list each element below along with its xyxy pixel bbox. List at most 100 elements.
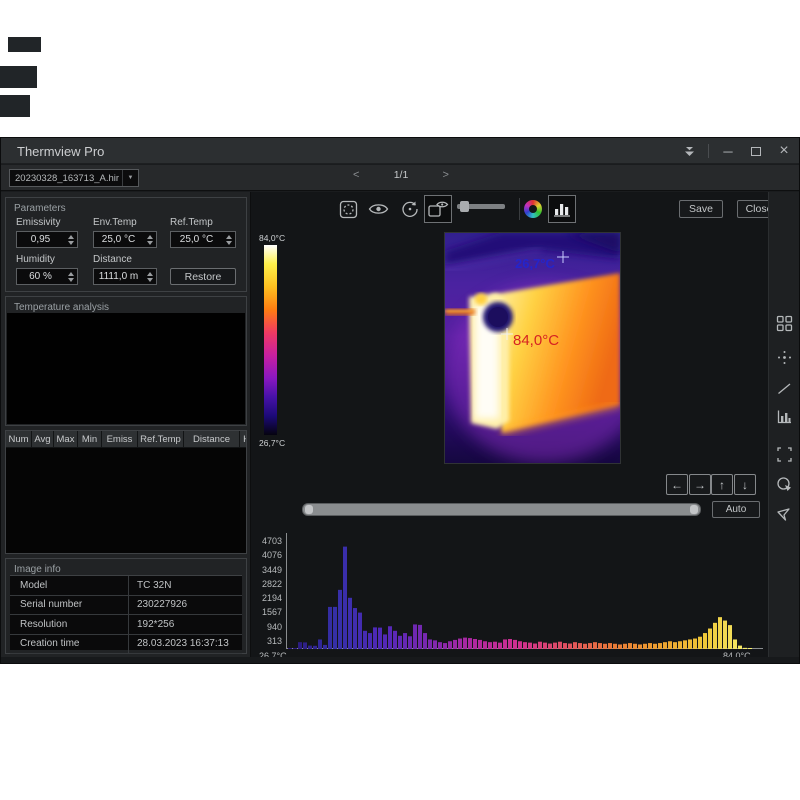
range-handle-min[interactable] [305,505,313,514]
spinner-arrows-icon[interactable] [222,232,235,247]
prev-image-button[interactable]: < [353,169,359,181]
maximize-button[interactable] [747,142,765,160]
histogram-plot [288,533,763,649]
slider-handle[interactable] [460,201,469,212]
image-pager: < 1/1 > [353,169,449,181]
save-button[interactable]: Save [679,200,723,218]
histogram-y-tick: 313 [267,636,282,646]
field-label: Env.Temp [93,217,157,228]
table-header-cell[interactable]: H [240,431,247,448]
left-panel: Parameters Emissivity 0,95 Env.Temp 25,0… [1,192,251,657]
table-header-cell[interactable]: Ref.Temp [138,431,184,448]
histogram-bar [748,648,752,649]
fullscreen-region-icon[interactable] [776,446,793,463]
close-window-button[interactable]: × [775,142,793,160]
humidity-input[interactable]: 60 % [16,268,78,285]
histogram-bar [718,617,722,649]
select-area-button[interactable] [334,195,362,223]
polygon-select-icon[interactable] [776,506,793,523]
palette-button[interactable] [524,200,542,218]
histogram-toggle-button[interactable] [548,195,576,223]
visibility-button[interactable] [364,195,392,223]
spinner-arrows-icon[interactable] [64,232,77,247]
histogram-y-tick: 3449 [262,565,282,575]
histogram-bar [438,642,442,649]
histogram-bar [508,639,512,649]
table-header-cell[interactable]: Min [78,431,102,448]
rotate-button[interactable] [396,195,424,223]
histogram-bar [578,643,582,649]
app-window: Thermview Pro ─ × 20230328_163713_A.hir … [0,137,800,664]
histogram-bar [323,645,327,649]
histogram-bar [533,644,537,649]
spinner-arrows-icon[interactable] [64,269,77,284]
histogram-bar [593,642,597,649]
histogram-bar [373,627,377,649]
window-menu-icon[interactable] [680,142,698,160]
file-dropdown[interactable]: 20230328_163713_A.hir ▼ [9,169,139,187]
distance-input[interactable]: 1111,0 m [93,268,157,285]
pan-right-button[interactable]: → [689,474,711,495]
circle-select-icon[interactable] [776,476,793,493]
histogram-bar [603,644,607,649]
toolbar-divider [519,198,520,220]
histogram-bar [288,648,292,649]
profile-chart-icon[interactable] [776,408,793,425]
thermal-image[interactable]: 26,7°C 84,0°C [444,232,621,464]
env-temp-input[interactable]: 25,0 °C [93,231,157,248]
histogram-bar [368,633,372,649]
histogram-bar [523,642,527,649]
info-row: Creation time28.03.2023 16:37:13 [10,635,242,655]
histogram-bar [408,636,412,649]
ref-temp-input[interactable]: 25,0 °C [170,231,236,248]
auto-scale-button[interactable]: Auto [712,501,760,518]
histogram-bar [633,644,637,649]
info-row: ModelTC 32N [10,576,242,596]
table-header-cell[interactable]: Num [6,431,32,448]
table-header-cell[interactable]: Avg [32,431,54,448]
next-image-button[interactable]: > [443,169,449,181]
table-header-cell[interactable]: Distance [184,431,240,448]
table-header-cell[interactable]: Emiss [102,431,138,448]
histogram-bar [598,643,602,649]
minimize-button[interactable]: ─ [719,142,737,160]
temperature-range-slider[interactable] [302,503,701,516]
histogram-bar [348,598,352,649]
background-window-fragment [0,66,37,88]
histogram-bar [538,642,542,649]
table-header-cell[interactable]: Max [54,431,78,448]
spinner-arrows-icon[interactable] [143,269,156,284]
histogram-bar [543,643,547,649]
grid-tool-icon[interactable] [776,315,793,332]
image-info-title: Image info [6,561,61,575]
pan-left-button[interactable]: ← [666,474,688,495]
opacity-slider[interactable] [457,204,505,209]
line-tool-icon[interactable] [776,380,793,397]
restore-button[interactable]: Restore [170,268,236,285]
spinner-arrows-icon[interactable] [143,232,156,247]
histogram-bar [613,644,617,649]
histogram-bar [738,646,742,649]
histogram-bar [658,643,662,649]
histogram-bar [668,641,672,649]
info-value: TC 32N [129,576,242,595]
histogram-bar [513,640,517,649]
histogram-bar [548,644,552,649]
app-title: Thermview Pro [17,144,104,159]
emissivity-input[interactable]: 0,95 [16,231,78,248]
histogram-y-axis-labels: 470340763449282221941567940313 [251,528,284,648]
histogram-bar [638,644,642,649]
range-handle-max[interactable] [690,505,698,514]
pan-up-button[interactable]: ↑ [711,474,733,495]
histogram-bar [333,607,337,649]
color-wheel-icon [524,200,542,218]
field-label: Emissivity [16,217,78,228]
pan-down-button[interactable]: ↓ [734,474,756,495]
overlay-toggle-button[interactable] [424,195,452,223]
histogram-bar [708,629,712,649]
scale-max-label: 84,0°C [259,233,285,243]
image-info-group: Image info ModelTC 32NSerial number23022… [5,558,247,654]
spot-tool-icon[interactable] [776,349,793,366]
tool-rail [768,192,799,657]
analysis-canvas [7,313,245,424]
